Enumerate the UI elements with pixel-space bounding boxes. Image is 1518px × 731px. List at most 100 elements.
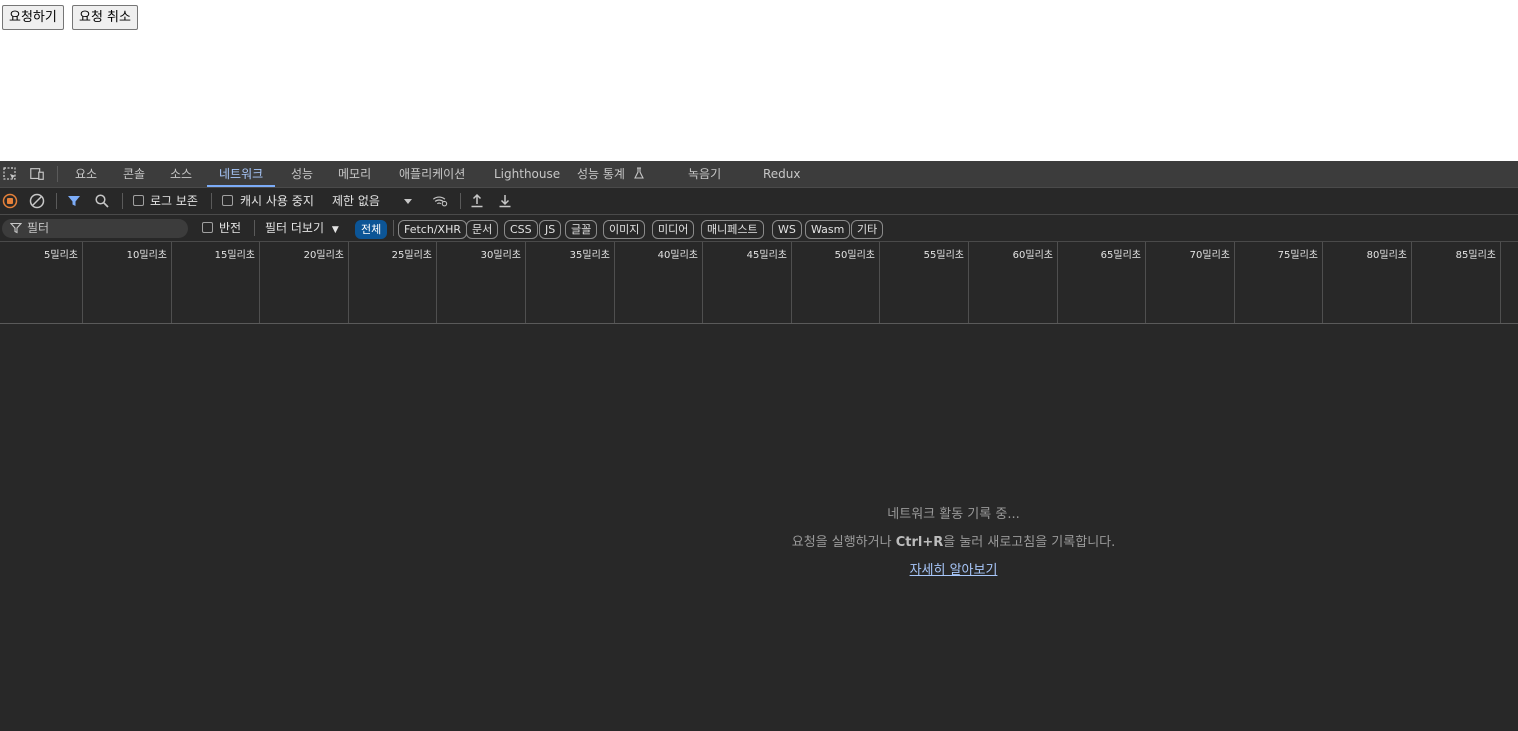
preserve-log-checkbox[interactable]	[133, 195, 144, 206]
timeline-gridline	[968, 242, 969, 323]
timeline-gridline	[259, 242, 260, 323]
learn-more-link[interactable]: 자세히 알아보기	[660, 557, 1247, 585]
type-filter-media[interactable]: 미디어	[652, 220, 695, 239]
timeline-tick-label: 5밀리초	[44, 250, 78, 261]
tab-application[interactable]: 애플리케이션	[387, 161, 477, 187]
timeline-tick-label: 50밀리초	[834, 250, 875, 261]
type-filter-manifest[interactable]: 매니페스트	[701, 220, 764, 239]
tab-memory[interactable]: 메모리	[326, 161, 383, 187]
type-filter-css[interactable]: CSS	[504, 220, 538, 239]
tab-sources[interactable]: 소스	[158, 161, 204, 187]
tab-network[interactable]: 네트워크	[207, 161, 276, 187]
timeline-tick-label: 80밀리초	[1366, 250, 1407, 261]
timeline-gridline	[1411, 242, 1412, 323]
timeline-tick-label: 30밀리초	[480, 250, 521, 261]
type-filter-doc[interactable]: 문서	[466, 220, 499, 239]
type-filter-font[interactable]: 글꼴	[565, 220, 598, 239]
timeline-gridline	[525, 242, 526, 323]
caret-down-icon: ▼	[331, 225, 339, 235]
record-stop-icon[interactable]	[2, 193, 18, 209]
reload-hint-prefix: 요청을 실행하거나	[791, 535, 896, 550]
timeline-tick-label: 45밀리초	[746, 250, 787, 261]
type-filter-fetch-xhr[interactable]: Fetch/XHR	[398, 220, 467, 239]
timeline-gridline	[614, 242, 615, 323]
type-filter-js[interactable]: JS	[539, 220, 562, 239]
timeline-gridline	[1322, 242, 1323, 323]
clear-icon[interactable]	[29, 193, 45, 209]
type-filter-ws[interactable]: WS	[772, 220, 802, 239]
network-filterbar: 필터 반전 필터 더보기 ▼ 전체 Fetch/XHR 문서 CSS JS 글꼴…	[0, 215, 1518, 242]
timeline-overview[interactable]: 5밀리초 10밀리초 15밀리초 20밀리초 25밀리초 30밀리초 35밀리초 40밀리초 4…	[0, 242, 1518, 324]
timeline-gridline	[791, 242, 792, 323]
tab-performance-insights-label: 성능 통계	[577, 167, 625, 181]
toolbar-separator	[211, 193, 212, 209]
devtools-tabbar: 요소 콘솔 소스 네트워크 성능 메모리 애플리케이션 Lighthouse 성…	[0, 161, 1518, 188]
timeline-gridline	[436, 242, 437, 323]
export-har-icon[interactable]	[497, 193, 513, 209]
type-filter-other[interactable]: 기타	[851, 220, 884, 239]
tabbar-separator	[57, 166, 58, 182]
import-har-icon[interactable]	[469, 193, 485, 209]
timeline-gridline	[1057, 242, 1058, 323]
filter-funnel-icon	[9, 222, 23, 237]
tab-performance[interactable]: 성능	[279, 161, 325, 187]
timeline-tick-label: 10밀리초	[126, 250, 167, 261]
timeline-tick-label: 55밀리초	[923, 250, 964, 261]
tab-recorder[interactable]: 녹음기	[676, 161, 733, 187]
toolbar-separator	[56, 193, 57, 209]
tab-performance-insights[interactable]: 성능 통계	[565, 161, 657, 187]
tab-lighthouse[interactable]: Lighthouse	[482, 161, 572, 187]
tab-console[interactable]: 콘솔	[111, 161, 157, 187]
timeline-tick-label: 75밀리초	[1277, 250, 1318, 261]
timeline-gridline	[348, 242, 349, 323]
search-icon[interactable]	[94, 193, 110, 209]
recording-message: 네트워크 활동 기록 중...	[887, 507, 1020, 522]
timeline-tick-label: 70밀리초	[1189, 250, 1230, 261]
cancel-request-button[interactable]: 요청 취소	[72, 5, 138, 30]
device-toolbar-icon[interactable]	[29, 166, 45, 182]
type-filter-wasm[interactable]: Wasm	[805, 220, 851, 239]
timeline-gridline	[702, 242, 703, 323]
preserve-log-label: 로그 보존	[150, 194, 198, 208]
timeline-gridline	[82, 242, 83, 323]
chevron-down-icon[interactable]	[400, 193, 416, 209]
disable-cache-checkbox[interactable]	[222, 195, 233, 206]
timeline-tick-label: 60밀리초	[1012, 250, 1053, 261]
reload-hint-suffix: 을 눌러 새로고침을 기록합니다.	[943, 535, 1116, 550]
tab-elements[interactable]: 요소	[63, 161, 109, 187]
filter-placeholder: 필터	[27, 221, 50, 235]
empty-state: 네트워크 활동 기록 중... 요청을 실행하거나 Ctrl+R을 눌러 새로고…	[660, 501, 1247, 585]
timeline-gridline	[879, 242, 880, 323]
timeline-tick-label: 35밀리초	[569, 250, 610, 261]
timeline-tick-label: 25밀리초	[391, 250, 432, 261]
filter-funnel-icon[interactable]	[66, 193, 82, 209]
filter-input[interactable]: 필터	[2, 219, 188, 238]
disable-cache-label: 캐시 사용 중지	[240, 194, 314, 208]
network-conditions-icon[interactable]	[432, 193, 448, 209]
timeline-gridline	[1145, 242, 1146, 323]
tab-redux[interactable]: Redux	[751, 161, 813, 187]
inspect-element-icon[interactable]	[2, 166, 18, 182]
more-filters-button[interactable]: 필터 더보기 ▼	[265, 215, 339, 241]
invert-label: 반전	[219, 221, 242, 235]
type-filter-all[interactable]: 전체	[355, 220, 388, 239]
timeline-gridline	[171, 242, 172, 323]
type-filter-img[interactable]: 이미지	[603, 220, 646, 239]
request-button[interactable]: 요청하기	[2, 5, 64, 30]
timeline-tick-label: 65밀리초	[1100, 250, 1141, 261]
experiment-flask-icon	[633, 162, 645, 188]
invert-checkbox[interactable]	[202, 222, 213, 233]
toolbar-separator	[122, 193, 123, 209]
devtools-panel: 요소 콘솔 소스 네트워크 성능 메모리 애플리케이션 Lighthouse 성…	[0, 161, 1518, 731]
reload-shortcut: Ctrl+R	[895, 535, 944, 550]
timeline-gridline	[1500, 242, 1501, 323]
filterbar-separator	[254, 220, 255, 236]
timeline-tick-label: 20밀리초	[303, 250, 344, 261]
throttling-value: 제한 없음	[332, 194, 380, 208]
network-toolbar: 로그 보존 캐시 사용 중지 제한 없음	[0, 188, 1518, 215]
toolbar-separator	[460, 193, 461, 209]
timeline-tick-label: 85밀리초	[1455, 250, 1496, 261]
timeline-gridline	[1234, 242, 1235, 323]
reload-hint: 요청을 실행하거나 Ctrl+R을 눌러 새로고침을 기록합니다.	[660, 529, 1247, 557]
throttling-select[interactable]: 제한 없음	[332, 188, 380, 214]
